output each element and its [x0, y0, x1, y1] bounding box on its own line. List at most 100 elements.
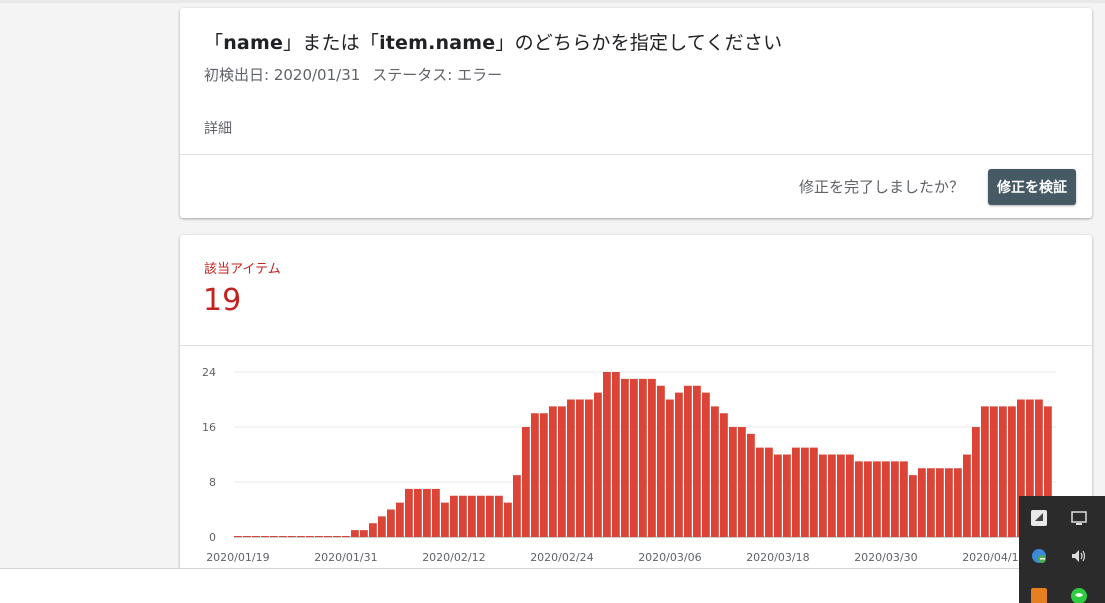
- bar[interactable]: [261, 536, 269, 537]
- browser-icon[interactable]: [1029, 546, 1049, 566]
- bar[interactable]: [918, 468, 926, 537]
- bar[interactable]: [423, 488, 431, 537]
- bar[interactable]: [765, 447, 773, 537]
- tray-overflow-popup: [1019, 496, 1105, 603]
- bar[interactable]: [657, 385, 665, 537]
- bar[interactable]: [639, 378, 647, 537]
- bar[interactable]: [747, 433, 755, 537]
- bar[interactable]: [963, 454, 971, 538]
- bar[interactable]: [558, 406, 566, 537]
- bar[interactable]: [909, 475, 917, 537]
- bar[interactable]: [927, 468, 935, 537]
- bar[interactable]: [891, 461, 899, 537]
- bar[interactable]: [549, 406, 557, 537]
- bar[interactable]: [432, 488, 440, 537]
- bar[interactable]: [981, 406, 989, 537]
- bar[interactable]: [603, 372, 611, 537]
- bar[interactable]: [783, 454, 791, 538]
- bar[interactable]: [972, 427, 980, 537]
- bar[interactable]: [774, 454, 782, 538]
- bar[interactable]: [1008, 406, 1016, 537]
- bar[interactable]: [468, 495, 476, 537]
- bar[interactable]: [702, 392, 710, 537]
- bar[interactable]: [513, 475, 521, 537]
- bar[interactable]: [612, 372, 620, 537]
- bar[interactable]: [378, 516, 386, 537]
- bar[interactable]: [288, 536, 296, 537]
- bar[interactable]: [315, 536, 323, 537]
- x-tick-label: 2020/03/06: [638, 551, 701, 564]
- bar[interactable]: [333, 536, 341, 537]
- validate-fix-button[interactable]: 修正を検証: [988, 169, 1076, 205]
- bar[interactable]: [738, 427, 746, 537]
- y-tick-label: 16: [202, 421, 216, 434]
- bar[interactable]: [243, 536, 251, 537]
- details-link[interactable]: 詳細: [204, 118, 232, 138]
- bar[interactable]: [873, 461, 881, 537]
- bar[interactable]: [585, 399, 593, 538]
- bar[interactable]: [387, 509, 395, 538]
- bar[interactable]: [648, 378, 656, 537]
- bar[interactable]: [729, 427, 737, 537]
- bar[interactable]: [342, 536, 350, 537]
- bar[interactable]: [720, 413, 728, 537]
- bar[interactable]: [621, 378, 629, 537]
- bar[interactable]: [450, 495, 458, 537]
- bar[interactable]: [594, 392, 602, 537]
- bar[interactable]: [234, 536, 242, 537]
- bar[interactable]: [945, 468, 953, 537]
- bar[interactable]: [306, 536, 314, 537]
- bar[interactable]: [630, 378, 638, 537]
- bar[interactable]: [954, 468, 962, 537]
- bar[interactable]: [495, 495, 503, 537]
- bar[interactable]: [855, 461, 863, 537]
- bar[interactable]: [882, 461, 890, 537]
- bar[interactable]: [900, 461, 908, 537]
- bar[interactable]: [576, 399, 584, 538]
- bar[interactable]: [936, 468, 944, 537]
- bar[interactable]: [297, 536, 305, 537]
- bar[interactable]: [531, 413, 539, 537]
- bar[interactable]: [459, 495, 467, 537]
- bar[interactable]: [441, 502, 449, 537]
- bar[interactable]: [864, 461, 872, 537]
- bar[interactable]: [414, 488, 422, 537]
- bar[interactable]: [360, 530, 368, 537]
- orange-app-icon[interactable]: [1029, 586, 1049, 603]
- bar[interactable]: [666, 399, 674, 538]
- bar[interactable]: [792, 447, 800, 537]
- bar[interactable]: [252, 536, 260, 537]
- bar[interactable]: [837, 454, 845, 538]
- bar[interactable]: [756, 447, 764, 537]
- issue-meta: 初検出日: 2020/01/31 ステータス: エラー: [204, 64, 502, 85]
- bar[interactable]: [711, 406, 719, 537]
- bar[interactable]: [801, 447, 809, 537]
- bar[interactable]: [369, 523, 377, 537]
- volume-icon[interactable]: [1069, 546, 1089, 566]
- bar[interactable]: [684, 385, 692, 537]
- bar[interactable]: [504, 502, 512, 537]
- bar[interactable]: [819, 454, 827, 538]
- bar[interactable]: [522, 427, 530, 537]
- display-icon[interactable]: [1069, 508, 1089, 528]
- bar[interactable]: [486, 495, 494, 537]
- bar[interactable]: [324, 536, 332, 537]
- x-tick-label: 2020/02/24: [530, 551, 593, 564]
- bar[interactable]: [351, 530, 359, 537]
- app-icon[interactable]: [1029, 508, 1049, 528]
- bar[interactable]: [693, 385, 701, 537]
- bar[interactable]: [396, 502, 404, 537]
- chat-icon[interactable]: [1069, 586, 1089, 603]
- bar[interactable]: [828, 454, 836, 538]
- bar[interactable]: [567, 399, 575, 538]
- bar[interactable]: [990, 406, 998, 537]
- bar[interactable]: [270, 536, 278, 537]
- bar[interactable]: [675, 392, 683, 537]
- bar[interactable]: [810, 447, 818, 537]
- bar[interactable]: [540, 413, 548, 537]
- bar[interactable]: [477, 495, 485, 537]
- bar[interactable]: [405, 488, 413, 537]
- bar[interactable]: [846, 454, 854, 538]
- bar[interactable]: [999, 406, 1007, 537]
- bar[interactable]: [279, 536, 287, 537]
